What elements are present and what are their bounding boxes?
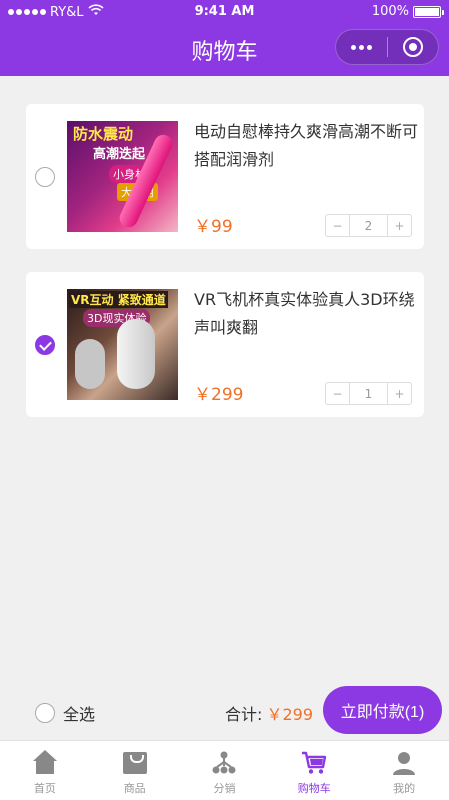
image-caption: 高潮迭起 xyxy=(93,147,146,162)
select-all-checkbox[interactable] xyxy=(35,703,55,723)
cart-item: VR互动 紧致通道 3D现实体验 VR飞机杯真实体验真人3D环绕声叫爽翻 ￥29… xyxy=(26,272,424,417)
total-amount: ￥299 xyxy=(266,705,313,724)
tab-label: 商品 xyxy=(123,782,146,795)
more-icon[interactable] xyxy=(336,44,387,50)
close-target-icon[interactable] xyxy=(388,37,438,57)
quantity-stepper: − 2 + xyxy=(325,214,412,237)
product-shape xyxy=(117,319,155,389)
increase-button[interactable]: + xyxy=(388,383,411,404)
checkout-bar: 全选 合计: ￥299 立即付款(1) xyxy=(0,683,449,739)
decrease-button[interactable]: − xyxy=(326,383,349,404)
share-icon xyxy=(211,750,237,776)
bag-icon xyxy=(122,750,148,776)
tab-label: 首页 xyxy=(33,782,56,795)
image-caption: VR互动 紧致通道 xyxy=(69,291,168,308)
tab-products[interactable]: 商品 xyxy=(90,741,180,800)
total-label: 合计: xyxy=(225,705,263,724)
image-caption: 防水震动 xyxy=(73,125,134,143)
tab-bar: 首页 商品 分销 购物车 我的 xyxy=(0,740,449,800)
tab-distribution[interactable]: 分销 xyxy=(180,741,270,800)
select-all[interactable]: 全选 xyxy=(35,701,95,725)
quantity-value[interactable]: 2 xyxy=(349,215,388,236)
item-checkbox[interactable] xyxy=(35,335,55,355)
tab-mine[interactable]: 我的 xyxy=(359,741,449,800)
user-icon xyxy=(391,750,417,776)
nav-bar: 购物车 xyxy=(0,24,449,76)
tab-home[interactable]: 首页 xyxy=(0,741,90,800)
product-price: ￥299 xyxy=(194,385,244,405)
pay-button[interactable]: 立即付款(1) xyxy=(323,686,442,734)
product-shape xyxy=(75,339,105,389)
tab-label: 分销 xyxy=(213,782,236,795)
increase-button[interactable]: + xyxy=(388,215,411,236)
cart-icon xyxy=(301,750,327,776)
item-checkbox[interactable] xyxy=(35,167,55,187)
product-image[interactable]: 防水震动 高潮迭起 小身材 大作用 xyxy=(67,121,178,232)
miniprogram-capsule xyxy=(335,29,439,65)
product-price: ￥99 xyxy=(194,217,233,237)
status-bar: RY&L 9:41 AM 100% xyxy=(0,0,449,24)
battery-percent: 100% xyxy=(371,4,409,19)
quantity-value[interactable]: 1 xyxy=(349,383,388,404)
tab-label: 我的 xyxy=(393,782,416,795)
tab-cart[interactable]: 购物车 xyxy=(269,741,359,800)
cart-item: 防水震动 高潮迭起 小身材 大作用 电动自慰棒持久爽滑高潮不断可搭配润滑剂 ￥9… xyxy=(26,104,424,249)
product-name[interactable]: VR飞机杯真实体验真人3D环绕声叫爽翻 xyxy=(194,286,418,342)
product-name[interactable]: 电动自慰棒持久爽滑高潮不断可搭配润滑剂 xyxy=(194,118,418,174)
product-image[interactable]: VR互动 紧致通道 3D现实体验 xyxy=(67,289,178,400)
home-icon xyxy=(32,750,58,776)
total-summary: 合计: ￥299 xyxy=(225,701,313,725)
select-all-label: 全选 xyxy=(63,705,96,724)
tab-label: 购物车 xyxy=(297,782,331,795)
battery-icon xyxy=(413,5,444,18)
battery-area: 100% xyxy=(371,4,444,19)
quantity-stepper: − 1 + xyxy=(325,382,412,405)
decrease-button[interactable]: − xyxy=(326,215,349,236)
